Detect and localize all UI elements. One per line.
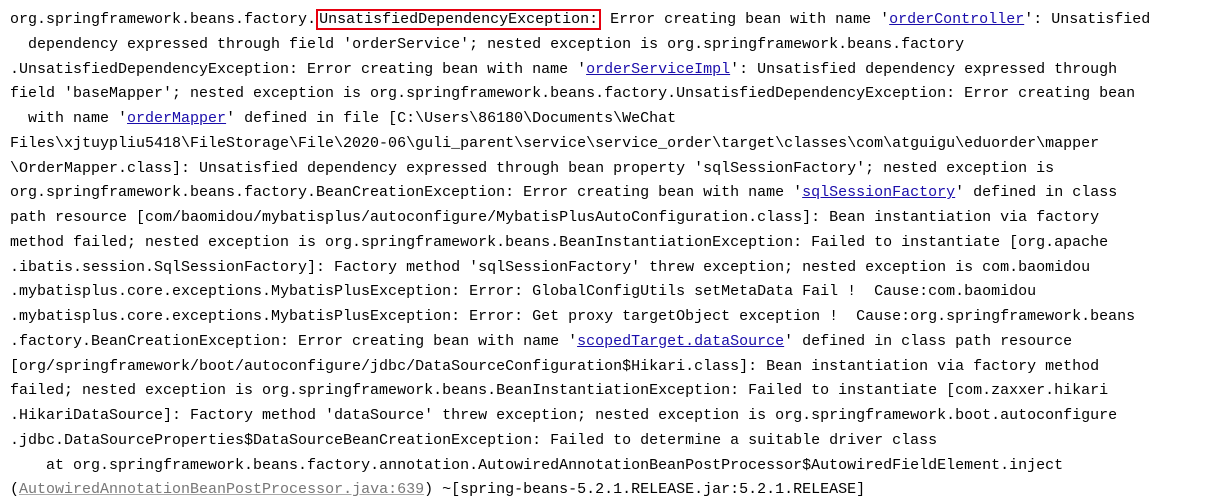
stacktrace-log: org.springframework.beans.factory.Unsati… — [0, 0, 1225, 500]
exception-class-highlight: UnsatisfiedDependencyException: — [316, 9, 601, 30]
source-link[interactable]: AutowiredAnnotationBeanPostProcessor.jav… — [19, 481, 424, 498]
bean-link-orderserviceimpl[interactable]: orderServiceImpl — [586, 61, 730, 78]
bean-link-sqlsessionfactory[interactable]: sqlSessionFactory — [802, 184, 955, 201]
bean-link-ordermapper[interactable]: orderMapper — [127, 110, 226, 127]
bean-link-scopedtarget-datasource[interactable]: scopedTarget.dataSource — [577, 333, 784, 350]
bean-link-ordercontroller[interactable]: orderController — [889, 11, 1024, 28]
